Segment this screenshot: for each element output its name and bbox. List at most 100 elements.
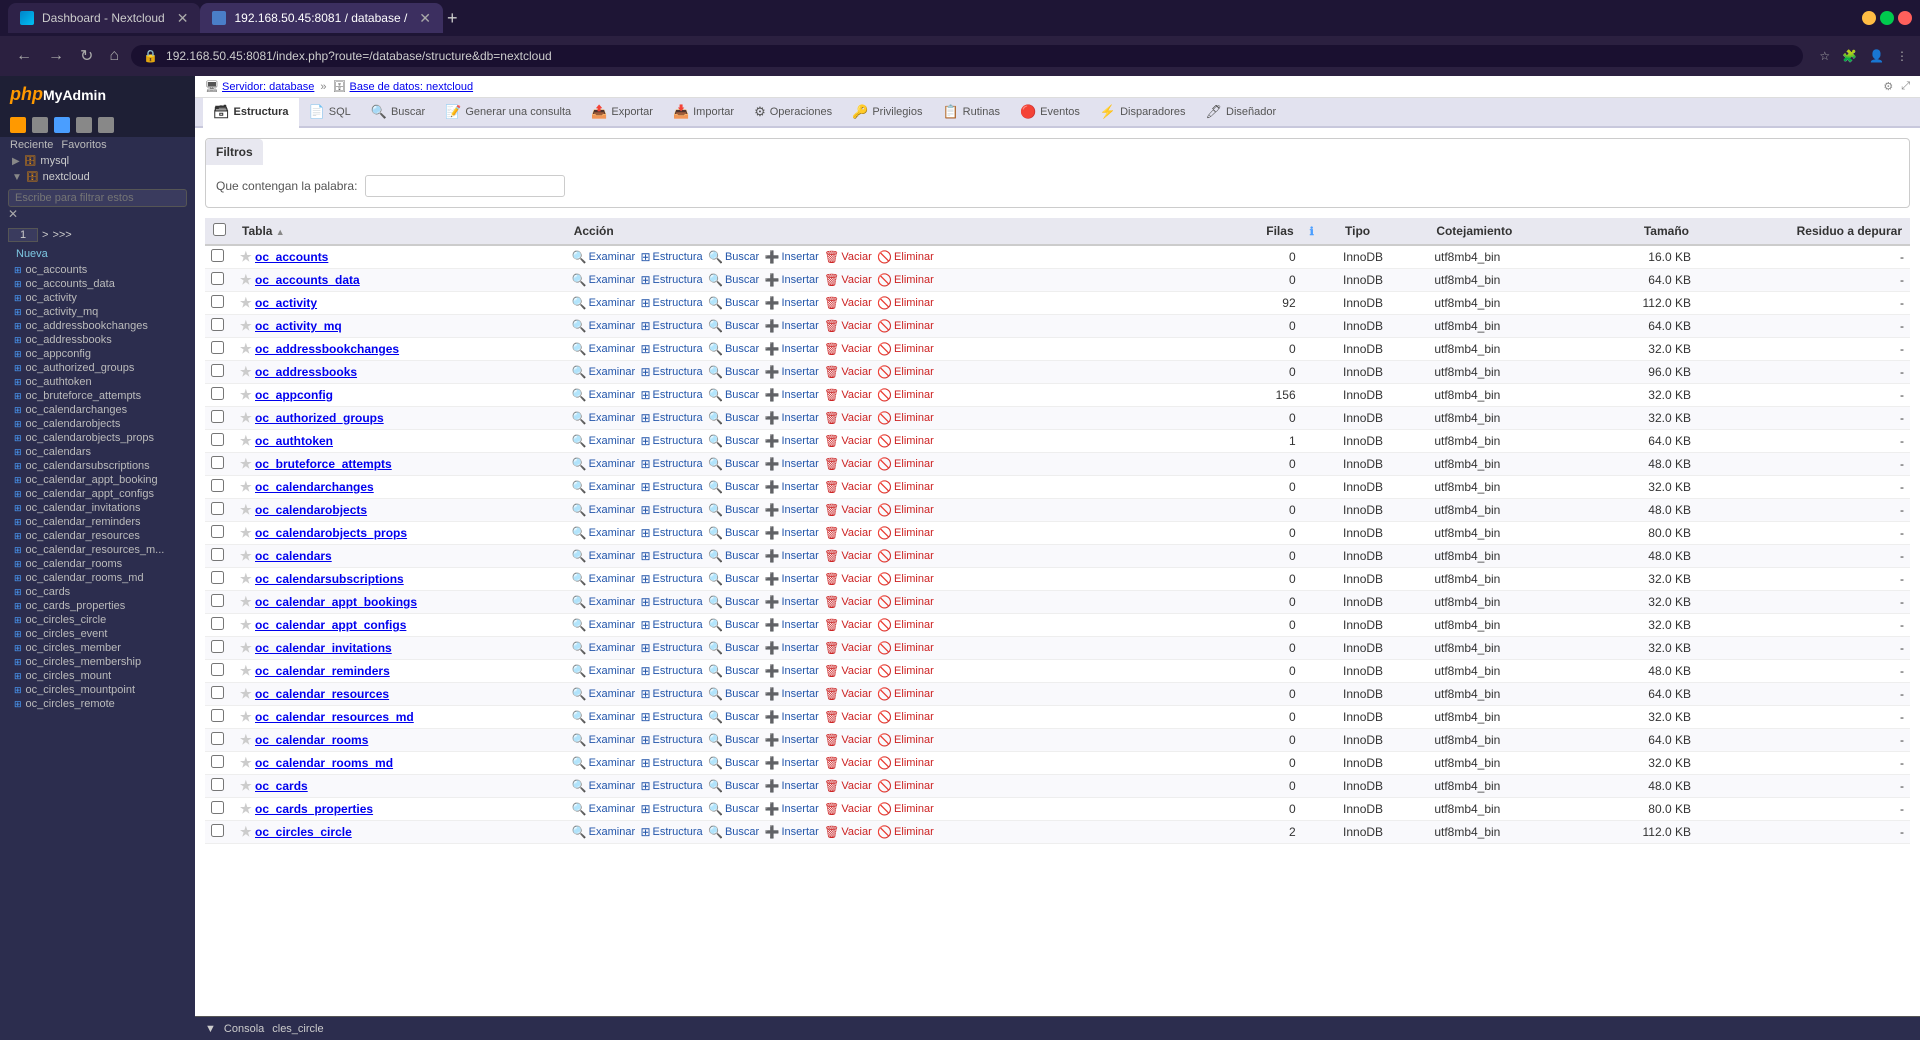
sidebar-table-oc_calendarobjects[interactable]: ⊞oc_calendarobjects: [0, 417, 195, 431]
star-icon[interactable]: ★: [240, 341, 252, 356]
row-checkbox[interactable]: [211, 594, 224, 607]
insertar-link[interactable]: ➕ Insertar: [765, 342, 819, 356]
examinar-link[interactable]: 🔍 Examinar: [572, 641, 635, 655]
row-checkbox[interactable]: [211, 479, 224, 492]
vaciar-link[interactable]: 🗑 Vaciar: [824, 733, 872, 747]
sidebar-nav-end[interactable]: >>>: [52, 229, 71, 241]
sidebar-table-oc_circles_member[interactable]: ⊞oc_circles_member: [0, 641, 195, 655]
estructura-link[interactable]: ⊞ Estructura: [640, 825, 702, 839]
star-icon[interactable]: ★: [240, 594, 252, 609]
star-icon[interactable]: ★: [240, 249, 252, 264]
vaciar-link[interactable]: 🗑 Vaciar: [824, 411, 872, 425]
eliminar-link[interactable]: 🚫 Eliminar: [877, 549, 934, 563]
examinar-link[interactable]: 🔍 Examinar: [572, 549, 635, 563]
vaciar-link[interactable]: 🗑 Vaciar: [824, 595, 872, 609]
sidebar-table-oc_calendars[interactable]: ⊞oc_calendars: [0, 445, 195, 459]
insertar-link[interactable]: ➕ Insertar: [765, 319, 819, 333]
sidebar-table-oc_authorized_groups[interactable]: ⊞oc_authorized_groups: [0, 361, 195, 375]
insertar-link[interactable]: ➕ Insertar: [765, 664, 819, 678]
estructura-link[interactable]: ⊞ Estructura: [640, 664, 702, 678]
estructura-link[interactable]: ⊞ Estructura: [640, 250, 702, 264]
buscar-link[interactable]: 🔍 Buscar: [708, 503, 759, 517]
tab-generar[interactable]: 📝 Generar una consulta: [435, 98, 581, 128]
eliminar-link[interactable]: 🚫 Eliminar: [877, 296, 934, 310]
sidebar-table-oc_activity[interactable]: ⊞oc_activity: [0, 291, 195, 305]
sidebar-table-oc_circles_circle[interactable]: ⊞oc_circles_circle: [0, 613, 195, 627]
eliminar-link[interactable]: 🚫 Eliminar: [877, 273, 934, 287]
star-icon[interactable]: ★: [240, 732, 252, 747]
sidebar-table-oc_cards_properties[interactable]: ⊞oc_cards_properties: [0, 599, 195, 613]
estructura-link[interactable]: ⊞ Estructura: [640, 388, 702, 402]
estructura-link[interactable]: ⊞ Estructura: [640, 641, 702, 655]
table-name-link[interactable]: oc_calendarobjects: [255, 503, 367, 517]
sidebar-help-icon[interactable]: [54, 117, 70, 133]
estructura-link[interactable]: ⊞ Estructura: [640, 503, 702, 517]
buscar-link[interactable]: 🔍 Buscar: [708, 687, 759, 701]
row-checkbox[interactable]: [211, 433, 224, 446]
sidebar-item-nextcloud[interactable]: ▼ 🗄 nextcloud: [0, 169, 195, 185]
examinar-link[interactable]: 🔍 Examinar: [572, 664, 635, 678]
row-checkbox[interactable]: [211, 249, 224, 262]
examinar-link[interactable]: 🔍 Examinar: [572, 779, 635, 793]
vaciar-link[interactable]: 🗑 Vaciar: [824, 710, 872, 724]
buscar-link[interactable]: 🔍 Buscar: [708, 342, 759, 356]
eliminar-link[interactable]: 🚫 Eliminar: [877, 365, 934, 379]
buscar-link[interactable]: 🔍 Buscar: [708, 595, 759, 609]
row-checkbox[interactable]: [211, 341, 224, 354]
row-checkbox[interactable]: [211, 502, 224, 515]
estructura-link[interactable]: ⊞ Estructura: [640, 365, 702, 379]
table-name-link[interactable]: oc_circles_circle: [255, 825, 352, 839]
insertar-link[interactable]: ➕ Insertar: [765, 365, 819, 379]
vaciar-link[interactable]: 🗑 Vaciar: [824, 618, 872, 632]
star-icon[interactable]: ★: [240, 640, 252, 655]
insertar-link[interactable]: ➕ Insertar: [765, 503, 819, 517]
vaciar-link[interactable]: 🗑 Vaciar: [824, 388, 872, 402]
eliminar-link[interactable]: 🚫 Eliminar: [877, 802, 934, 816]
vaciar-link[interactable]: 🗑 Vaciar: [824, 342, 872, 356]
estructura-link[interactable]: ⊞ Estructura: [640, 480, 702, 494]
examinar-link[interactable]: 🔍 Examinar: [572, 365, 635, 379]
insertar-link[interactable]: ➕ Insertar: [765, 250, 819, 264]
sidebar-table-oc_accounts[interactable]: ⊞oc_accounts: [0, 263, 195, 277]
tab-1[interactable]: Dashboard - Nextcloud ✕: [8, 3, 200, 33]
tab-rutinas[interactable]: 📋 Rutinas: [932, 98, 1009, 128]
refresh-button[interactable]: ↻: [76, 42, 97, 70]
star-icon[interactable]: ★: [240, 318, 252, 333]
examinar-link[interactable]: 🔍 Examinar: [572, 572, 635, 586]
vaciar-link[interactable]: 🗑 Vaciar: [824, 802, 872, 816]
vaciar-link[interactable]: 🗑 Vaciar: [824, 526, 872, 540]
table-name-link[interactable]: oc_cards: [255, 779, 308, 793]
row-checkbox[interactable]: [211, 755, 224, 768]
buscar-link[interactable]: 🔍 Buscar: [708, 549, 759, 563]
insertar-link[interactable]: ➕ Insertar: [765, 411, 819, 425]
sidebar-settings-icon[interactable]: [32, 117, 48, 133]
star-icon[interactable]: ★: [240, 617, 252, 632]
tab-eventos[interactable]: 🔴 Eventos: [1010, 98, 1090, 128]
buscar-link[interactable]: 🔍 Buscar: [708, 779, 759, 793]
sidebar-table-oc_calendarobjects_props[interactable]: ⊞oc_calendarobjects_props: [0, 431, 195, 445]
vaciar-link[interactable]: 🗑 Vaciar: [824, 250, 872, 264]
row-checkbox[interactable]: [211, 295, 224, 308]
row-checkbox[interactable]: [211, 709, 224, 722]
back-button[interactable]: ←: [12, 43, 36, 69]
server-breadcrumb[interactable]: 🖥 Servidor: database: [205, 80, 314, 93]
row-checkbox[interactable]: [211, 801, 224, 814]
insertar-link[interactable]: ➕ Insertar: [765, 526, 819, 540]
vaciar-link[interactable]: 🗑 Vaciar: [824, 825, 872, 839]
sidebar-nueva[interactable]: Nueva: [0, 245, 195, 263]
tab-sql[interactable]: 📄 SQL: [299, 98, 361, 128]
insertar-link[interactable]: ➕ Insertar: [765, 273, 819, 287]
tab-importar[interactable]: 📥 Importar: [663, 98, 744, 128]
table-name-link[interactable]: oc_addressbooks: [255, 365, 357, 379]
star-icon[interactable]: ★: [240, 295, 252, 310]
star-icon[interactable]: ★: [240, 525, 252, 540]
buscar-link[interactable]: 🔍 Buscar: [708, 825, 759, 839]
row-checkbox[interactable]: [211, 318, 224, 331]
vaciar-link[interactable]: 🗑 Vaciar: [824, 434, 872, 448]
examinar-link[interactable]: 🔍 Examinar: [572, 434, 635, 448]
forward-button[interactable]: →: [44, 43, 68, 69]
vaciar-link[interactable]: 🗑 Vaciar: [824, 687, 872, 701]
table-name-link[interactable]: oc_authtoken: [255, 434, 333, 448]
examinar-link[interactable]: 🔍 Examinar: [572, 319, 635, 333]
table-name-link[interactable]: oc_addressbookchanges: [255, 342, 399, 356]
